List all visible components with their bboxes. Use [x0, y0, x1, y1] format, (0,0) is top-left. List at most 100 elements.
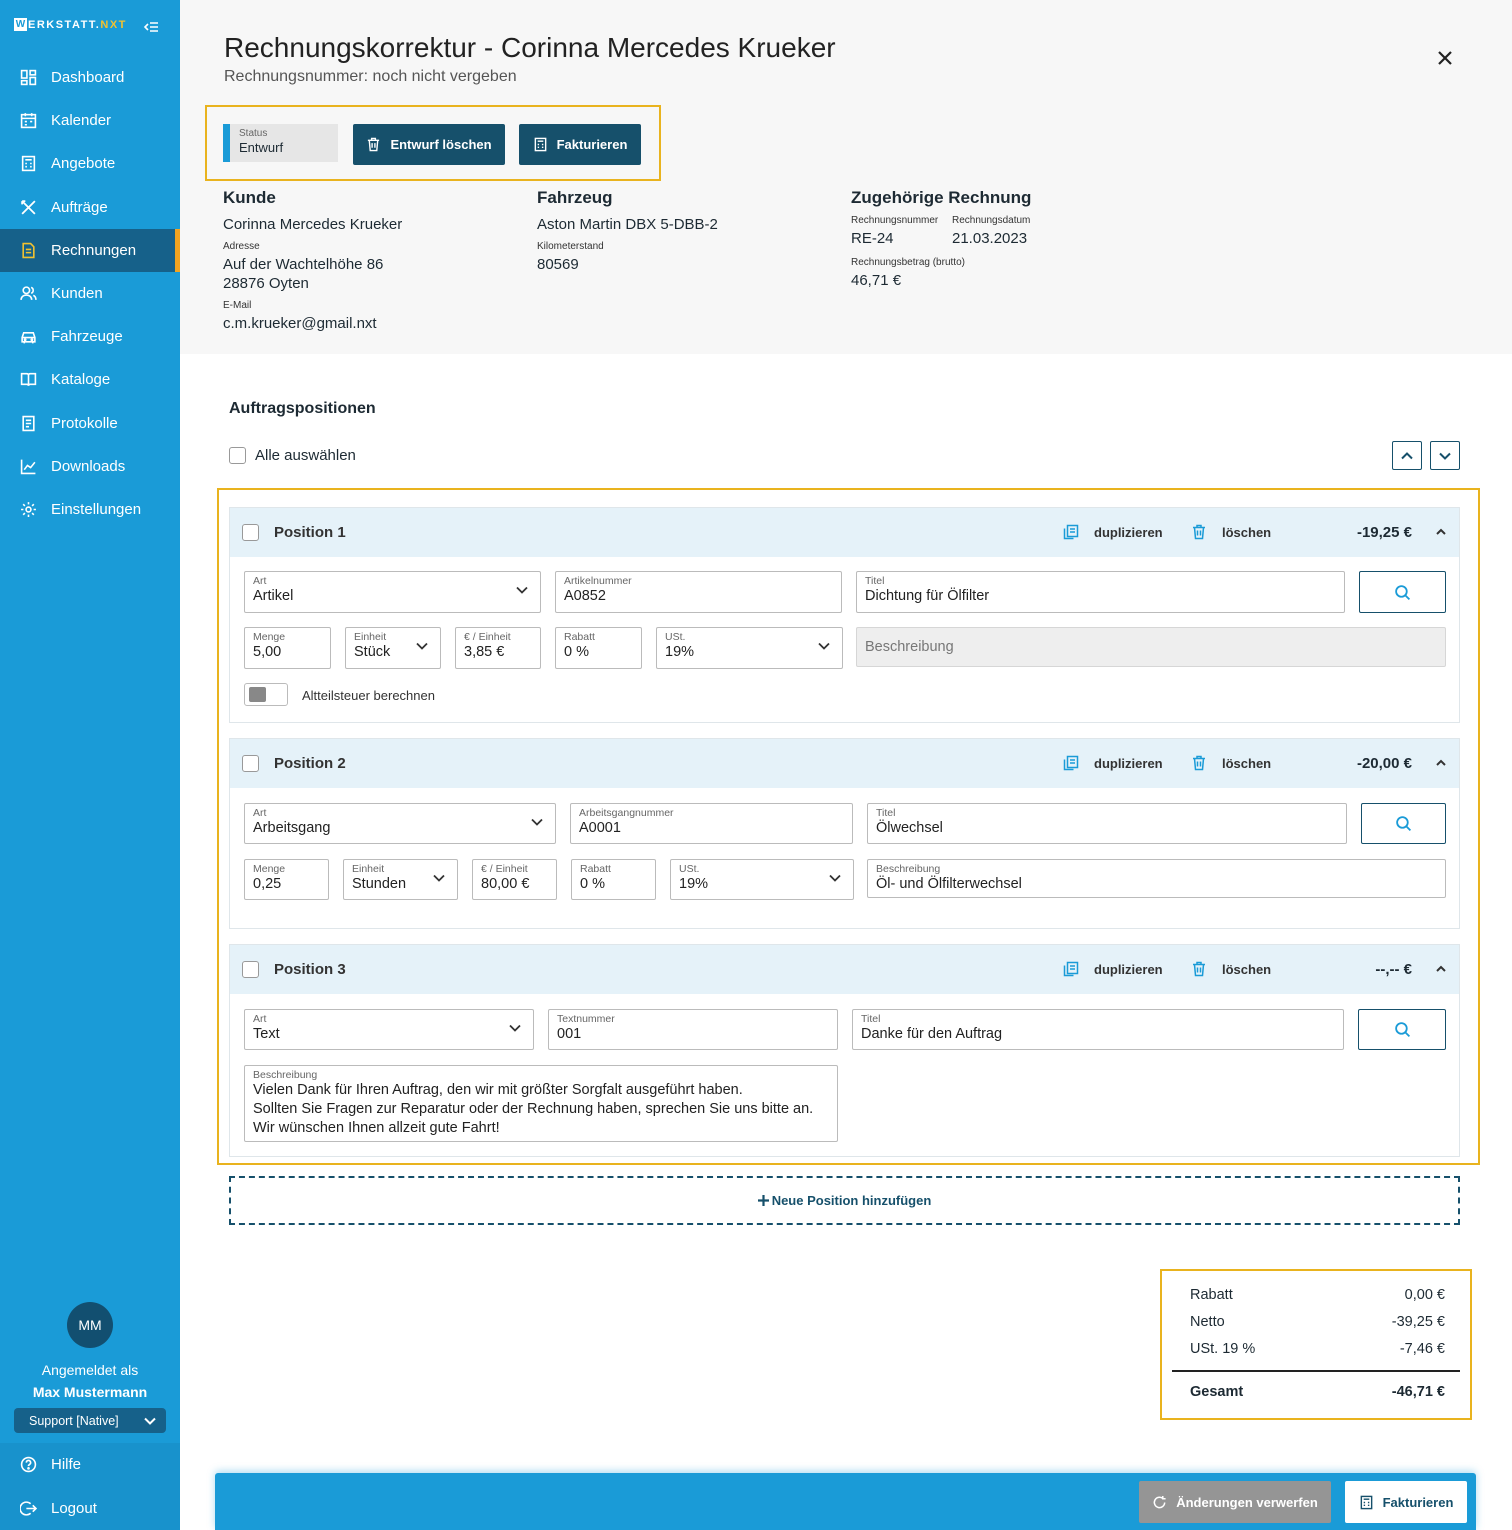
- title-field[interactable]: Titel Ölwechsel: [867, 803, 1347, 844]
- title-field[interactable]: Titel Dichtung für Ölfilter: [856, 571, 1345, 613]
- search-button[interactable]: [1359, 571, 1446, 613]
- sidebar-item-label: Angebote: [51, 155, 116, 173]
- work-step-number-field[interactable]: Arbeitsgangnummer A0001: [570, 803, 853, 844]
- unit-price-field[interactable]: € / Einheit 3,85 €: [455, 627, 541, 669]
- quantity-field[interactable]: Menge 0,25: [244, 859, 329, 900]
- description-field[interactable]: Beschreibung Öl- und Ölfilterwechsel: [867, 859, 1446, 898]
- sidebar-item-label: Dashboard: [51, 69, 125, 87]
- sidebar-item-label: Hilfe: [51, 1456, 82, 1474]
- collapse-sidebar-icon[interactable]: [143, 19, 159, 35]
- sidebar-item-vehicles[interactable]: Fahrzeuge: [0, 315, 180, 358]
- item-number-field[interactable]: Artikelnummer A0852: [555, 571, 842, 613]
- unit-select[interactable]: Einheit Stück: [345, 627, 441, 669]
- select-all-checkbox[interactable]: [229, 447, 246, 464]
- field-value: Ölwechsel: [876, 820, 943, 836]
- app-logo[interactable]: W ERKSTATT. NXT: [14, 18, 127, 31]
- sidebar-item-invoices[interactable]: Rechnungen: [0, 228, 180, 273]
- sidebar-item-catalogs[interactable]: Kataloge: [0, 358, 180, 401]
- duplicate-button[interactable]: duplizieren: [1063, 755, 1163, 771]
- chevron-down-icon: [818, 642, 830, 650]
- field-value: 19%: [665, 644, 695, 660]
- position-checkbox[interactable]: [242, 961, 259, 978]
- logo-accent: NXT: [100, 18, 127, 31]
- delete-button[interactable]: löschen: [1191, 961, 1271, 977]
- sidebar-item-logout[interactable]: Logout: [0, 1487, 180, 1530]
- position-header[interactable]: Position 1 duplizieren löschen -19,25 €: [230, 508, 1459, 557]
- invoice-number-label: Rechnungsnummer: [851, 215, 939, 226]
- chevron-up-icon[interactable]: [1435, 964, 1447, 974]
- title-field[interactable]: Titel Danke für den Auftrag: [852, 1009, 1344, 1050]
- duplicate-button[interactable]: duplizieren: [1063, 961, 1163, 977]
- sidebar-item-protocols[interactable]: Protokolle: [0, 402, 180, 445]
- quantity-field[interactable]: Menge 5,00: [244, 627, 331, 669]
- add-position-button[interactable]: Neue Position hinzufügen: [229, 1176, 1460, 1225]
- scrap-tax-toggle[interactable]: [244, 683, 288, 706]
- logo-mark: W: [14, 18, 27, 31]
- sidebar-item-calendar[interactable]: Kalender: [0, 99, 180, 142]
- unit-select[interactable]: Einheit Stunden: [343, 859, 458, 900]
- sidebar-item-offers[interactable]: Angebote: [0, 142, 180, 185]
- field-value: A0852: [564, 588, 606, 604]
- duplicate-button[interactable]: duplizieren: [1063, 524, 1163, 540]
- chevron-up-icon[interactable]: [1435, 758, 1447, 768]
- chevron-down-icon: [416, 642, 428, 650]
- field-label: Rabatt: [564, 631, 595, 643]
- vehicle-heading: Fahrzeug: [537, 188, 613, 207]
- calculator-icon: [21, 156, 36, 172]
- sidebar-item-settings[interactable]: Einstellungen: [0, 488, 180, 531]
- user-name: Max Mustermann: [32, 1384, 148, 1400]
- discount-field[interactable]: Rabatt 0 %: [555, 627, 642, 669]
- chevron-down-icon: [509, 1024, 521, 1032]
- move-up-button[interactable]: [1392, 441, 1422, 470]
- position-checkbox[interactable]: [242, 755, 259, 772]
- delete-button[interactable]: löschen: [1191, 755, 1271, 771]
- scrap-tax-label: Altteilsteuer berechnen: [302, 688, 435, 703]
- sidebar-item-dashboard[interactable]: Dashboard: [0, 56, 180, 99]
- position-header[interactable]: Position 2 duplizieren löschen -20,00 €: [230, 739, 1459, 788]
- customer-name: Corinna Mercedes Krueker: [223, 216, 403, 233]
- totals-panel: Rabatt 0,00 € Netto -39,25 € USt. 19 % -…: [1160, 1269, 1472, 1420]
- sidebar-item-downloads[interactable]: Downloads: [0, 445, 180, 488]
- calculator-icon: [534, 137, 546, 152]
- sidebar-item-customers[interactable]: Kunden: [0, 272, 180, 315]
- role-select[interactable]: Support [Native]: [14, 1408, 166, 1433]
- discount-field[interactable]: Rabatt 0 %: [571, 859, 656, 900]
- field-value: Artikel: [253, 588, 294, 604]
- discard-changes-button[interactable]: Änderungen verwerfen: [1139, 1481, 1331, 1523]
- sidebar-item-orders[interactable]: Aufträge: [0, 186, 180, 229]
- move-down-button[interactable]: [1430, 441, 1460, 470]
- search-button[interactable]: [1361, 803, 1446, 844]
- close-icon[interactable]: [1435, 48, 1455, 68]
- sidebar-item-label: Kalender: [51, 112, 112, 130]
- chevron-up-icon[interactable]: [1435, 527, 1447, 537]
- position-card: Position 3 duplizieren löschen --,-- € A…: [229, 944, 1460, 1157]
- sidebar-item-label: Kataloge: [51, 371, 111, 389]
- vat-select[interactable]: USt. 19%: [670, 859, 854, 900]
- totals-row-net: Netto -39,25 €: [1190, 1314, 1445, 1330]
- delete-button[interactable]: löschen: [1191, 524, 1271, 540]
- delete-draft-button[interactable]: Entwurf löschen: [353, 124, 505, 165]
- search-button[interactable]: [1358, 1009, 1446, 1050]
- field-label: USt.: [665, 631, 686, 643]
- invoice-button[interactable]: Fakturieren: [519, 124, 641, 165]
- unit-price-field[interactable]: € / Einheit 80,00 €: [472, 859, 557, 900]
- avatar[interactable]: MM: [67, 1302, 113, 1348]
- position-checkbox[interactable]: [242, 524, 259, 541]
- vat-select[interactable]: USt. 19%: [656, 627, 843, 669]
- invoice-footer-button[interactable]: Fakturieren: [1345, 1481, 1467, 1523]
- sidebar-item-help[interactable]: Hilfe: [0, 1443, 180, 1487]
- type-select[interactable]: Art Text: [244, 1009, 534, 1050]
- position-amount: --,-- €: [1375, 961, 1412, 978]
- totals-value: -7,46 €: [1399, 1341, 1445, 1357]
- position-header[interactable]: Position 3 duplizieren löschen --,-- €: [230, 945, 1459, 994]
- sidebar-item-label: Downloads: [51, 457, 126, 475]
- status-label: Status: [239, 128, 268, 139]
- trash-icon: [1193, 755, 1205, 771]
- text-number-field[interactable]: Textnummer 001: [548, 1009, 838, 1050]
- select-all[interactable]: Alle auswählen: [229, 447, 356, 464]
- type-select[interactable]: Art Artikel: [244, 571, 541, 613]
- description-textarea[interactable]: Beschreibung Vielen Dank für Ihren Auftr…: [244, 1065, 838, 1142]
- totals-row-discount: Rabatt 0,00 €: [1190, 1287, 1445, 1303]
- type-select[interactable]: Art Arbeitsgang: [244, 803, 556, 844]
- field-label: Titel: [876, 807, 896, 819]
